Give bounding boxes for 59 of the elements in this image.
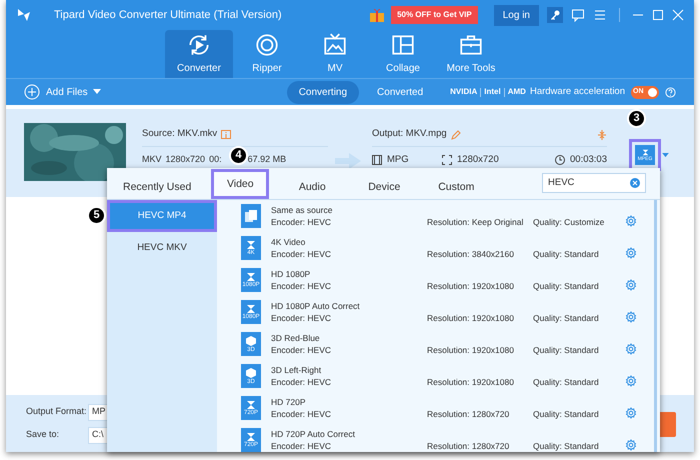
preset-resolution: Resolution: 1920x1080 [427,280,515,292]
preset-name[interactable]: 4K Video [271,236,417,248]
preset-name[interactable]: HD 1080P Auto Correct [271,300,417,312]
preset-encoder: Encoder: HEVC [271,216,332,228]
hardware-acceleration-label: Hardware acceleration [530,84,625,99]
preset-quality: Quality: Standard [533,408,600,420]
search-field[interactable]: HEVC [542,173,646,193]
source-detail: 1280x720 [166,153,206,166]
preset-name[interactable]: HD 1080P [271,268,417,280]
preset-quality: Quality: Standard [533,440,600,452]
preset-quality: Quality: Standard [533,376,600,388]
preset-encoder: Encoder: HEVC [271,312,332,324]
output-format: MPG [387,152,410,167]
source-filename: Source: MKV.mkv [142,127,218,142]
preset-resolution: Resolution: 1920x1080 [427,312,515,324]
preset-resolution: Resolution: 1920x1080 [427,376,515,388]
category-item[interactable]: HEVC MKV [107,232,217,264]
preset-quality: Quality: Standard [533,344,600,356]
save-to-label: Save to: [26,428,60,442]
output-filename: Output: MKV.mpg [372,127,447,142]
view-tab[interactable]: Converting [286,80,360,104]
preset-resolution: Resolution: 1920x1080 [427,344,515,356]
preset-name[interactable]: 3D Red-Blue [271,332,417,344]
window-title: Tipard Video Converter Ultimate (Trial Version) [54,8,282,23]
output-resolution: 1280x720 [457,152,499,167]
preset-resolution: Resolution: 3840x2160 [427,248,515,260]
promo-banner[interactable]: 50% OFF to Get VIP [391,6,478,24]
preset-encoder: Encoder: HEVC [271,376,332,388]
preset-quality: Quality: Customize [533,216,606,228]
preset-encoder: Encoder: HEVC [271,440,332,452]
preset-name[interactable]: HD 720P Auto Correct [271,428,417,440]
preset-encoder: Encoder: HEVC [271,344,332,356]
format-tab[interactable]: Device [355,169,414,199]
format-tab[interactable]: Video [211,169,270,199]
preset-quality: Quality: Standard [533,248,600,260]
gpu-vendor: Intel [484,86,501,98]
gpu-vendor: NVIDIA [450,86,478,98]
preset-encoder: Encoder: HEVC [271,408,332,420]
preset-name[interactable]: HD 720P [271,396,417,408]
preset-resolution: Resolution: Keep Original [427,216,524,228]
login-button[interactable]: Log in [494,4,539,26]
preset-resolution: Resolution: 1280x720 [427,408,510,420]
format-tab[interactable]: Recently Used [117,169,198,199]
gpu-vendor: AMD [508,86,526,98]
preset-quality: Quality: Standard [533,312,600,324]
source-detail: MKV [142,153,162,166]
source-detail: 00: [209,153,222,166]
preset-quality: Quality: Standard [533,280,600,292]
preset-encoder: Encoder: HEVC [271,248,332,260]
output-format-label: Output Format: [26,405,88,418]
source-detail: 67.92 MB [248,153,286,166]
preset-name[interactable]: Same as source [271,204,417,216]
format-tab[interactable]: Custom [427,169,486,199]
preset-resolution: Resolution: 1280x720 [427,440,510,452]
nav-tab[interactable]: Converter [165,30,233,78]
format-tab[interactable]: Audio [283,169,342,199]
output-duration: 00:03:03 [570,152,607,167]
preset-encoder: Encoder: HEVC [271,280,332,292]
preset-name[interactable]: 3D Left-Right [271,364,417,376]
